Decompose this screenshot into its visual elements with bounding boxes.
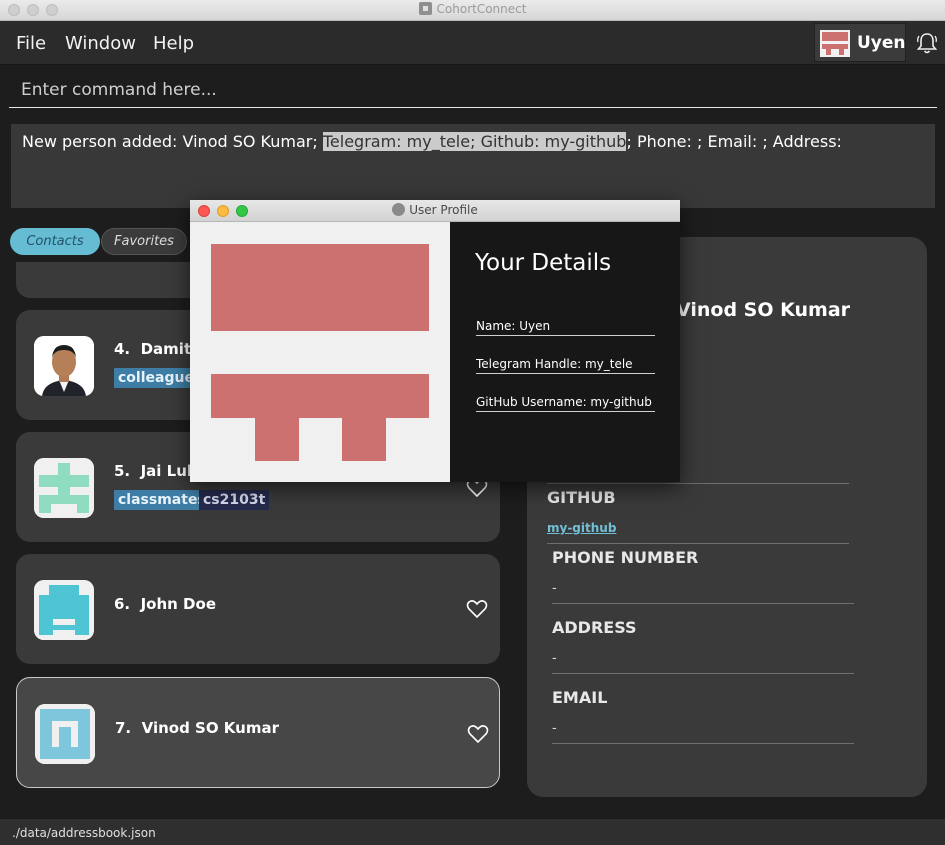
phone-value: - — [552, 581, 557, 596]
phone-label: PHONE NUMBER — [552, 548, 699, 567]
tab-favorites[interactable]: Favorites — [101, 228, 187, 255]
github-link[interactable]: my-github — [547, 521, 616, 535]
contact-photo — [35, 704, 95, 764]
contact-photo — [34, 458, 94, 518]
github-label: GITHUB — [547, 488, 616, 507]
user-profile-button[interactable]: Uyen — [814, 23, 906, 62]
contact-photo — [34, 580, 94, 640]
divider — [552, 603, 854, 604]
tag-classmates: classmates — [114, 490, 210, 510]
menu-help[interactable]: Help — [153, 33, 194, 54]
user-icon — [392, 203, 406, 216]
address-label: ADDRESS — [552, 618, 637, 637]
contact-name: John Doe — [140, 595, 216, 613]
status-bar: ./data/addressbook.json — [0, 818, 945, 845]
result-display: New person added: Vinod SO Kumar; Telegr… — [11, 124, 935, 208]
file-path: ./data/addressbook.json — [12, 826, 156, 840]
app-icon — [418, 2, 432, 15]
menu-window[interactable]: Window — [65, 33, 136, 54]
result-prefix: New person added: Vinod SO Kumar; — [22, 132, 323, 151]
popup-title: User Profile — [409, 203, 478, 217]
user-profile-avatar — [190, 222, 450, 482]
window-titlebar: CohortConnect — [0, 0, 945, 21]
name-field[interactable]: Name: Uyen — [476, 319, 655, 336]
divider — [547, 483, 849, 484]
user-name: Uyen — [857, 33, 906, 53]
window-title: CohortConnect — [436, 2, 527, 16]
contact-index: 4. — [114, 340, 131, 358]
list-item-selected[interactable]: 7. Vinod SO Kumar — [16, 677, 500, 788]
contact-index: 6. — [114, 595, 131, 613]
github-field[interactable]: GitHub Username: my-github — [476, 395, 655, 412]
divider — [552, 743, 854, 744]
divider — [547, 543, 849, 544]
telegram-field[interactable]: Telegram Handle: my_tele — [476, 357, 655, 374]
email-label: EMAIL — [552, 688, 608, 707]
contact-name: Vinod SO Kumar — [141, 719, 279, 737]
person-photo-icon — [34, 336, 94, 396]
popup-heading: Your Details — [475, 250, 612, 276]
contact-photo — [34, 336, 94, 396]
contact-index: 7. — [115, 719, 132, 737]
tab-contacts[interactable]: Contacts — [10, 228, 100, 255]
identicon-icon — [34, 580, 94, 640]
popup-titlebar: User Profile — [190, 200, 680, 222]
email-value: - — [552, 721, 557, 736]
user-profile-window: User Profile Your Details Name: Uyen Tel… — [190, 200, 680, 482]
command-input[interactable] — [9, 72, 937, 108]
favorite-heart-icon[interactable] — [467, 724, 489, 744]
tag-cs2103t: cs2103t — [199, 490, 270, 510]
identicon-icon — [34, 458, 94, 518]
result-highlight: Telegram: my_tele; Github: my-github — [322, 132, 627, 151]
identicon-icon — [35, 704, 95, 764]
bell-icon — [916, 32, 937, 53]
notification-button[interactable] — [908, 23, 945, 62]
details-name: Vinod SO Kumar — [676, 299, 851, 321]
result-suffix: ; Phone: ; Email: ; Address: — [626, 132, 842, 151]
address-value: - — [552, 651, 557, 666]
list-item[interactable]: 6. John Doe — [16, 554, 500, 664]
favorite-heart-icon[interactable] — [466, 599, 488, 619]
divider — [552, 673, 854, 674]
contact-index: 5. — [114, 462, 131, 480]
menu-bar: File Window Help Uyen — [0, 21, 945, 65]
menu-file[interactable]: File — [16, 33, 46, 54]
user-avatar-icon — [820, 30, 850, 57]
